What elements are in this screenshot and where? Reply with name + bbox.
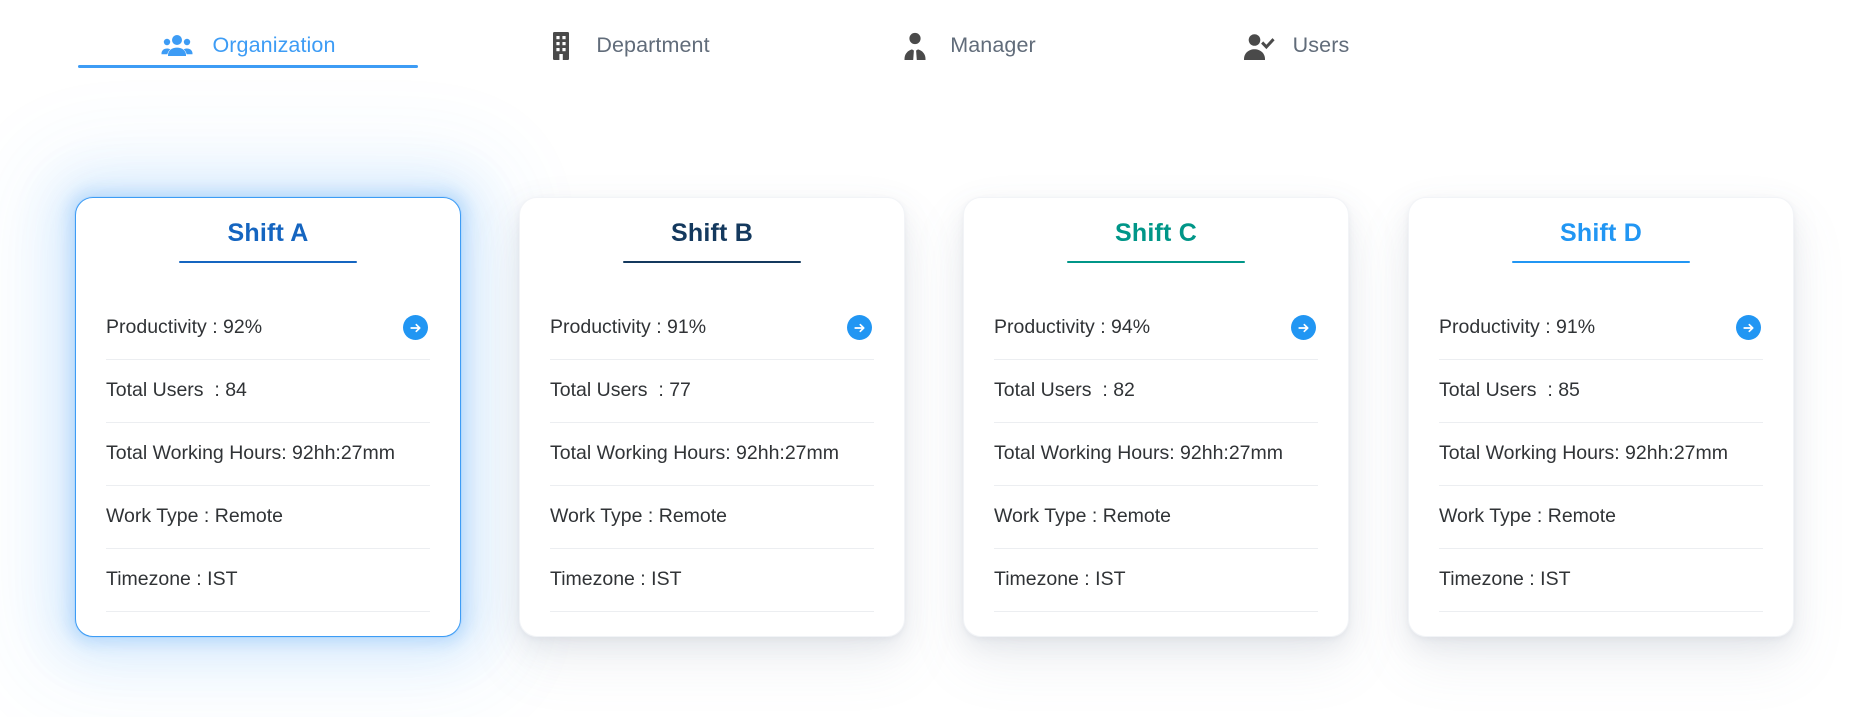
arrow-right-circle-icon[interactable] [1291, 315, 1316, 340]
row-timezone-text: Timezone : IST [994, 567, 1126, 590]
row-total-users: Total Users : 82 [994, 360, 1318, 423]
card-header: Shift A [106, 198, 430, 263]
row-timezone: Timezone : IST [106, 549, 430, 612]
card-title-underline [179, 260, 357, 263]
row-total-users: Total Users : 85 [1439, 360, 1763, 423]
tab-manager-label: Manager [950, 33, 1036, 58]
row-total-users: Total Users : 84 [106, 360, 430, 423]
arrow-right-circle-icon[interactable] [1736, 315, 1761, 340]
manager-person-icon [898, 29, 932, 63]
row-total-working-hours: Total Working Hours: 92hh:27mm [106, 423, 430, 486]
row-work-type: Work Type : Remote [1439, 486, 1763, 549]
row-work-type-text: Work Type : Remote [550, 504, 728, 527]
row-work-type: Work Type : Remote [550, 486, 874, 549]
row-productivity: Productivity : 94% [994, 297, 1318, 360]
row-total-users-text: Total Users : 77 [550, 378, 691, 401]
row-total-users-text: Total Users : 82 [994, 378, 1135, 401]
card-title: Shift A [227, 219, 309, 247]
row-work-type-text: Work Type : Remote [1439, 504, 1617, 527]
arrow-right-circle-icon[interactable] [847, 315, 872, 340]
row-productivity-text: Productivity : 94% [994, 315, 1151, 338]
shift-card-shift-d[interactable]: Shift D Productivity : 91% Total Users :… [1408, 197, 1794, 637]
card-detail-rows: Productivity : 91% Total Users : 77 Tota… [550, 297, 874, 612]
row-total-working-hours-text: Total Working Hours: 92hh:27mm [550, 441, 840, 464]
user-check-icon [1241, 29, 1275, 63]
row-timezone-text: Timezone : IST [106, 567, 238, 590]
row-total-working-hours-text: Total Working Hours: 92hh:27mm [994, 441, 1284, 464]
row-work-type-text: Work Type : Remote [106, 504, 284, 527]
row-total-users-text: Total Users : 84 [106, 378, 247, 401]
row-productivity-text: Productivity : 92% [106, 315, 263, 338]
row-timezone: Timezone : IST [550, 549, 874, 612]
active-tab-underline [78, 65, 418, 68]
row-timezone: Timezone : IST [994, 549, 1318, 612]
row-productivity: Productivity : 91% [1439, 297, 1763, 360]
card-title: Shift D [1560, 219, 1642, 247]
row-total-users: Total Users : 77 [550, 360, 874, 423]
row-timezone-text: Timezone : IST [1439, 567, 1571, 590]
card-detail-rows: Productivity : 91% Total Users : 85 Tota… [1439, 297, 1763, 612]
shift-card-shift-c[interactable]: Shift C Productivity : 94% Total Users :… [963, 197, 1349, 637]
people-group-icon [160, 29, 194, 63]
row-total-users-text: Total Users : 85 [1439, 378, 1580, 401]
shift-overview-page: Organization Department Manager Users Sh… [0, 0, 1869, 717]
row-total-working-hours: Total Working Hours: 92hh:27mm [994, 423, 1318, 486]
shift-card-shift-b[interactable]: Shift B Productivity : 91% Total Users :… [519, 197, 905, 637]
card-header: Shift C [994, 198, 1318, 263]
card-detail-rows: Productivity : 92% Total Users : 84 Tota… [106, 297, 430, 612]
row-productivity: Productivity : 92% [106, 297, 430, 360]
row-productivity-text: Productivity : 91% [1439, 315, 1596, 338]
tab-organization[interactable]: Organization [78, 0, 418, 92]
tab-organization-label: Organization [212, 33, 336, 58]
tab-manager[interactable]: Manager [832, 0, 1102, 92]
row-total-working-hours-text: Total Working Hours: 92hh:27mm [106, 441, 396, 464]
main-tab-bar: Organization Department Manager Users [0, 0, 1869, 92]
row-timezone-text: Timezone : IST [550, 567, 682, 590]
arrow-right-circle-icon[interactable] [403, 315, 428, 340]
shift-card-grid: Shift A Productivity : 92% Total Users :… [0, 92, 1869, 717]
card-title-underline [1512, 260, 1690, 263]
card-title: Shift B [671, 219, 753, 247]
card-header: Shift B [550, 198, 874, 263]
tab-users[interactable]: Users [1175, 0, 1415, 92]
row-total-working-hours: Total Working Hours: 92hh:27mm [550, 423, 874, 486]
tab-department[interactable]: Department [487, 0, 767, 92]
tab-department-label: Department [596, 33, 710, 58]
building-icon [544, 29, 578, 63]
shift-card-shift-a[interactable]: Shift A Productivity : 92% Total Users :… [75, 197, 461, 637]
card-header: Shift D [1439, 198, 1763, 263]
row-work-type: Work Type : Remote [994, 486, 1318, 549]
row-work-type: Work Type : Remote [106, 486, 430, 549]
row-work-type-text: Work Type : Remote [994, 504, 1172, 527]
card-title: Shift C [1115, 219, 1197, 247]
row-productivity: Productivity : 91% [550, 297, 874, 360]
row-timezone: Timezone : IST [1439, 549, 1763, 612]
row-productivity-text: Productivity : 91% [550, 315, 707, 338]
row-total-working-hours-text: Total Working Hours: 92hh:27mm [1439, 441, 1729, 464]
card-title-underline [623, 260, 801, 263]
card-detail-rows: Productivity : 94% Total Users : 82 Tota… [994, 297, 1318, 612]
card-title-underline [1067, 260, 1245, 263]
tab-users-label: Users [1292, 33, 1350, 58]
row-total-working-hours: Total Working Hours: 92hh:27mm [1439, 423, 1763, 486]
